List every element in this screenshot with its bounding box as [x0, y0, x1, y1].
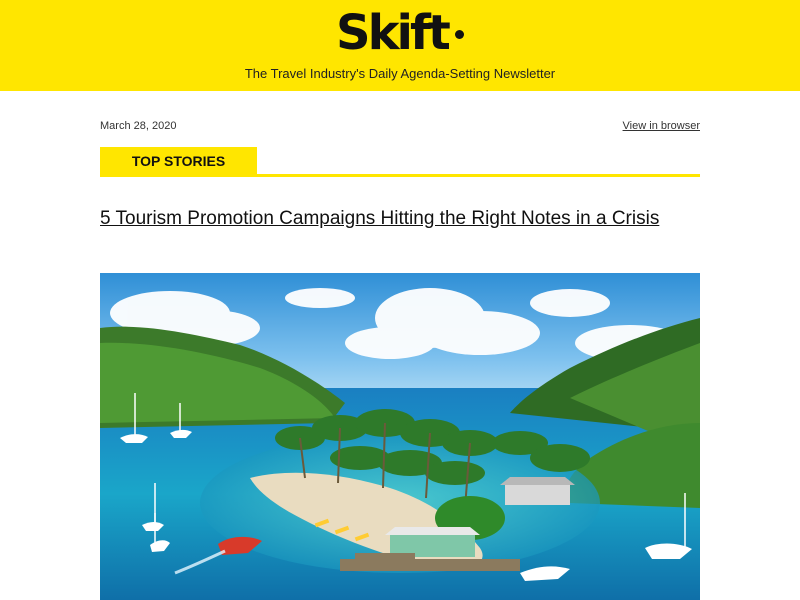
newsletter-header: Skift The Travel Industry's Daily Agenda…	[0, 0, 800, 91]
tropical-bay-illustration	[100, 273, 700, 600]
story-hero-image[interactable]	[100, 273, 700, 600]
newsletter-date: March 28, 2020	[100, 120, 177, 132]
logo-dot-icon	[455, 30, 464, 39]
view-in-browser-link[interactable]: View in browser	[623, 120, 700, 132]
section-label-top-stories: TOP STORIES	[100, 147, 257, 175]
section-header: TOP STORIES	[100, 147, 700, 177]
header-tagline: The Travel Industry's Daily Agenda-Setti…	[244, 66, 556, 81]
skift-logo[interactable]: Skift	[336, 5, 451, 61]
story-headline-link[interactable]: 5 Tourism Promotion Campaigns Hitting th…	[100, 207, 700, 231]
